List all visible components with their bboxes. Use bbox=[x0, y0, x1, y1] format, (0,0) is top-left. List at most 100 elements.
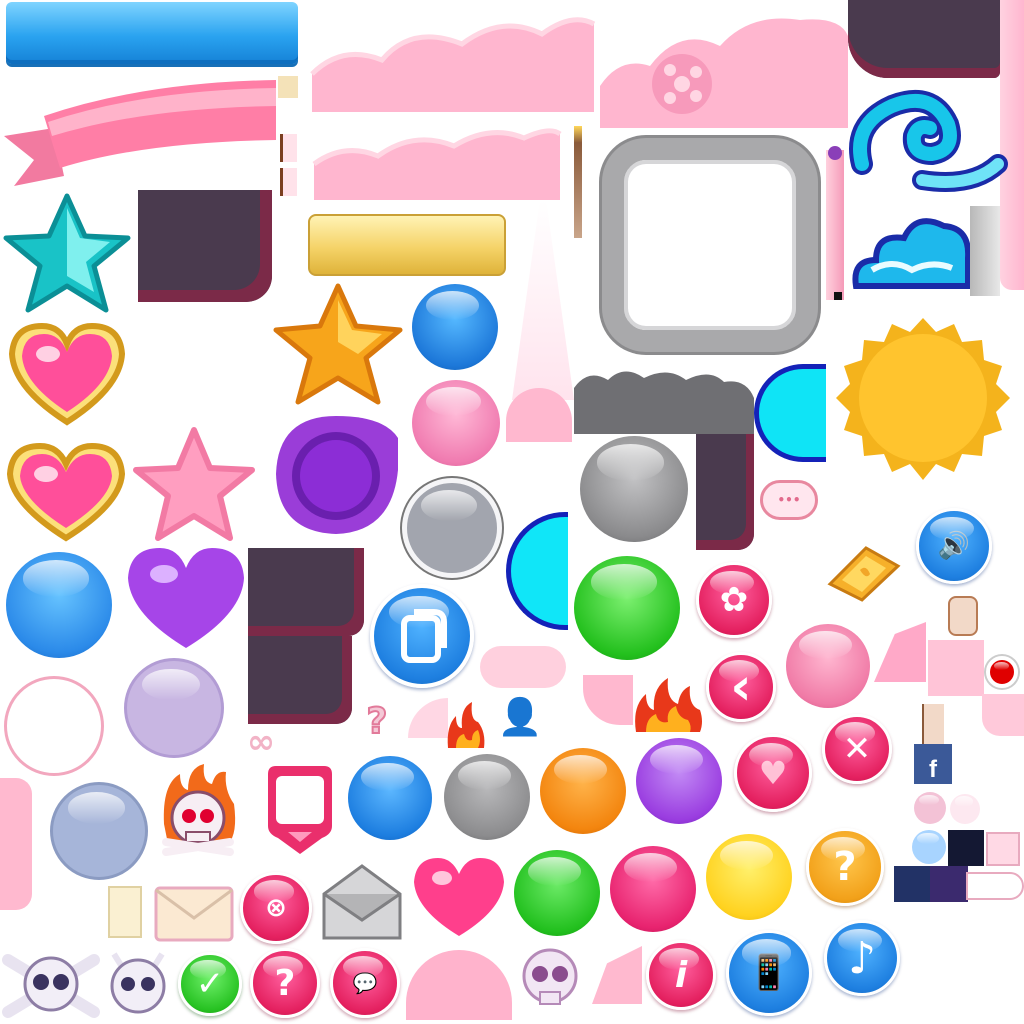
slate-blue-disc bbox=[50, 782, 148, 880]
pink-quarter-2 bbox=[408, 698, 448, 738]
pink-shard bbox=[874, 622, 926, 682]
copy-button[interactable] bbox=[370, 584, 474, 688]
purple-heart-icon bbox=[128, 548, 244, 648]
question-button-gold[interactable]: ? bbox=[806, 828, 884, 906]
heart-mail-button[interactable]: ♥ bbox=[734, 734, 812, 812]
dark-cloud-corner-3 bbox=[248, 548, 364, 636]
facebook-icon[interactable]: f bbox=[914, 744, 952, 784]
pink-heart-icon bbox=[414, 858, 504, 936]
skull-horned-icon bbox=[108, 950, 168, 1018]
envelope-icon bbox=[154, 886, 234, 942]
note-paper bbox=[108, 886, 142, 938]
pink-star-icon bbox=[133, 427, 255, 541]
user-remove-icon-small: 👤 bbox=[497, 697, 543, 738]
speaker-icon: 🔊 bbox=[937, 531, 971, 561]
dark-cloud-corner-1 bbox=[138, 190, 272, 302]
purple-orb[interactable] bbox=[636, 738, 722, 824]
close-icon: ✕ bbox=[842, 729, 872, 769]
blue-orb-row5[interactable] bbox=[348, 756, 432, 840]
blue-orb-large[interactable] bbox=[6, 552, 112, 658]
magenta-orb[interactable] bbox=[610, 846, 696, 932]
pink-orb-medium[interactable] bbox=[786, 624, 870, 708]
tag-decor-1 bbox=[280, 134, 297, 162]
pink-block-right bbox=[928, 640, 984, 696]
dark-cloud-corner-top-right bbox=[848, 0, 1000, 78]
light-beam bbox=[512, 200, 574, 400]
pink-ribbon-banner-icon bbox=[4, 80, 276, 186]
hanging-tag-2 bbox=[922, 704, 944, 744]
chat-button[interactable]: 💬 bbox=[330, 948, 400, 1018]
yellow-orb[interactable] bbox=[706, 834, 792, 920]
gray-tag-pieces bbox=[970, 206, 1000, 296]
question-icon-pink: ? bbox=[274, 962, 296, 1004]
flower-icon: ✿ bbox=[719, 580, 749, 620]
check-icon: ✓ bbox=[195, 964, 225, 1004]
navy-square bbox=[948, 830, 984, 866]
red-record-dot bbox=[986, 656, 1018, 688]
gold-star-icon bbox=[273, 283, 403, 405]
heart-mail-icon: ♥ bbox=[758, 754, 788, 792]
blue-swirl-cloud-icon bbox=[849, 89, 1008, 192]
candle-stick bbox=[574, 126, 582, 238]
gray-square-frame-icon bbox=[602, 138, 818, 352]
vibrate-button[interactable]: 📱 bbox=[726, 930, 812, 1016]
dark-cloud-corner-2 bbox=[696, 434, 754, 550]
flame-icon-small bbox=[447, 702, 485, 748]
purple-bead bbox=[828, 146, 842, 160]
flower-button[interactable]: ✿ bbox=[696, 562, 772, 638]
skull-icon-small bbox=[516, 946, 584, 1010]
green-orb-large[interactable] bbox=[574, 556, 680, 660]
pink-edge-strip-right bbox=[1000, 0, 1024, 290]
chat-icon: 💬 bbox=[352, 971, 378, 995]
light-pink-dot bbox=[914, 792, 946, 824]
pink-outline-square bbox=[986, 832, 1020, 866]
pink-film-reel-cloud bbox=[600, 6, 848, 129]
flame-icon-large bbox=[635, 678, 702, 732]
pink-capsule-left bbox=[0, 778, 32, 910]
hanging-tag bbox=[948, 596, 978, 636]
black-dot bbox=[834, 292, 842, 300]
infinity-icon: ∞ bbox=[246, 722, 276, 762]
pink-shard-bottom bbox=[592, 946, 642, 1004]
pink-cloud-band-1 bbox=[310, 4, 596, 112]
remove-user-button[interactable]: ⊗ bbox=[240, 872, 312, 944]
gray-cloud-band bbox=[574, 371, 754, 434]
white-ring-outline bbox=[4, 676, 104, 776]
info-button[interactable]: i bbox=[646, 940, 716, 1010]
blue-bar-banner bbox=[6, 2, 298, 64]
music-button[interactable]: ♪ bbox=[824, 920, 900, 996]
light-pink-dot-faint bbox=[950, 794, 980, 824]
pink-orb-small[interactable] bbox=[412, 380, 500, 466]
pink-corner-chip bbox=[982, 694, 1024, 736]
back-button[interactable]: ‹ bbox=[706, 652, 776, 722]
purple-ring-tab bbox=[274, 412, 398, 538]
skull-crossbones-icon-1 bbox=[2, 950, 100, 1020]
orange-orb[interactable] bbox=[540, 748, 626, 834]
pink-quarter-1 bbox=[580, 672, 636, 728]
indigo-square bbox=[894, 866, 932, 902]
chat-bubble-icon[interactable]: ••• bbox=[760, 480, 818, 520]
parchment-corner bbox=[278, 76, 298, 98]
cyan-bubble-arc bbox=[754, 364, 826, 462]
gray-orb-large[interactable] bbox=[580, 436, 688, 542]
tag-decor-2 bbox=[280, 168, 297, 196]
cyan-half-disc bbox=[506, 512, 568, 630]
back-arrow-icon: ‹ bbox=[730, 657, 752, 717]
sound-button[interactable]: 🔊 bbox=[916, 508, 992, 584]
confirm-button[interactable]: ✓ bbox=[178, 952, 242, 1016]
lavender-disc bbox=[124, 658, 224, 758]
gold-seal-badge-icon bbox=[836, 318, 1010, 480]
green-orb[interactable] bbox=[514, 850, 600, 936]
blue-orb-small[interactable] bbox=[412, 284, 498, 370]
white-pill-outline bbox=[966, 872, 1024, 900]
help-button[interactable]: ? bbox=[250, 948, 320, 1018]
gold-bar-icon bbox=[826, 540, 902, 604]
close-button[interactable]: ✕ bbox=[822, 714, 892, 784]
phone-vibrate-icon: 📱 bbox=[747, 953, 791, 993]
copy-icon bbox=[401, 609, 447, 663]
gray-orb-row5[interactable] bbox=[444, 754, 530, 840]
gray-orb-plate[interactable] bbox=[402, 478, 502, 578]
dark-cloud-corner-4 bbox=[248, 636, 352, 724]
violet-square bbox=[930, 866, 968, 902]
user-remove-icon: ⊗ bbox=[265, 893, 287, 923]
